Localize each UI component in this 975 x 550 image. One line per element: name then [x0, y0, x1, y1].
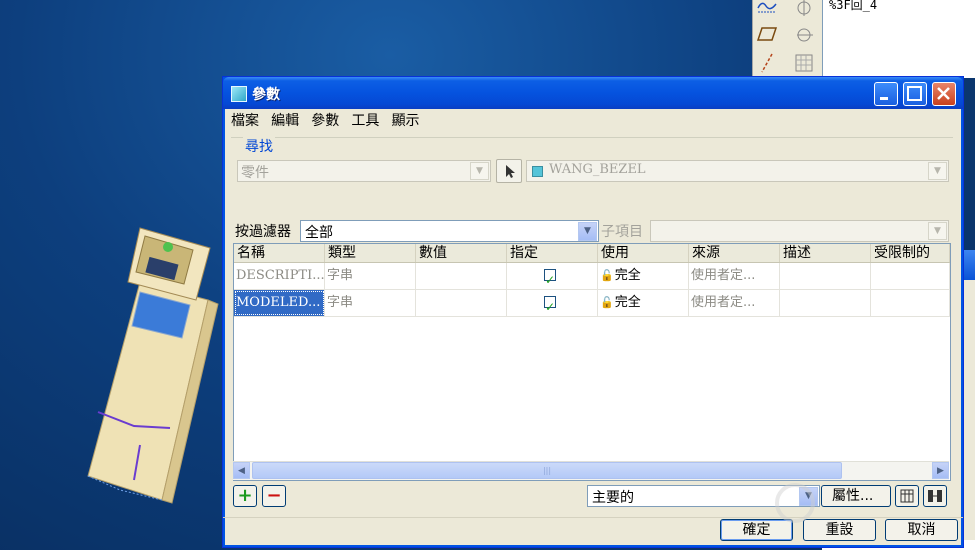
filter-value: 全部 [305, 225, 333, 241]
chevron-down-icon: ▼ [928, 222, 947, 240]
menu-edit[interactable]: 編輯 [267, 111, 303, 131]
dialog-title: 參數 [252, 87, 280, 103]
close-button[interactable] [932, 82, 956, 106]
param-access-value: 完全 [614, 295, 641, 310]
param-name-cell[interactable]: DESCRIPTI... [234, 263, 325, 289]
column-header-value[interactable]: 數值 [416, 244, 507, 262]
column-header-designate[interactable]: 指定 [507, 244, 598, 262]
column-set-value: 主要的 [592, 490, 634, 506]
datum-point-icon[interactable] [793, 0, 815, 18]
param-access-cell[interactable]: 🔓完全 [598, 263, 689, 289]
chevron-down-icon: ▼ [928, 162, 947, 180]
select-object-button[interactable] [496, 159, 522, 183]
table-row[interactable]: DESCRIPTI... 字串 🔓完全 使用者定... [234, 263, 950, 290]
model-name-value: WANG_BEZEL [549, 162, 646, 177]
param-source-cell[interactable]: 使用者定... [689, 290, 780, 316]
close-icon [937, 87, 950, 100]
add-parameter-button[interactable]: + [233, 485, 257, 507]
menu-tools[interactable]: 工具 [347, 111, 383, 131]
scroll-left-button[interactable]: ◀ [233, 462, 250, 479]
maximize-button[interactable] [903, 82, 927, 106]
param-source-cell[interactable]: 使用者定... [689, 263, 780, 289]
param-access-cell[interactable]: 🔓完全 [598, 290, 689, 316]
coordinate-system-icon[interactable] [793, 23, 815, 45]
column-header-source[interactable]: 來源 [689, 244, 780, 262]
minimize-button[interactable] [874, 82, 898, 106]
column-header-name[interactable]: 名稱 [234, 244, 325, 262]
column-header-description[interactable]: 描述 [780, 244, 871, 262]
parameters-table: 名稱 類型 數值 指定 使用 來源 描述 受限制的 DESCRIPTI... 字… [233, 243, 951, 481]
param-designate-cell[interactable] [507, 290, 598, 316]
param-type-cell[interactable]: 字串 [325, 263, 416, 289]
dialog-titlebar[interactable]: 參數 [223, 77, 963, 109]
object-type-value: 零件 [241, 165, 269, 181]
plane-tool-icon[interactable] [756, 23, 778, 45]
param-type-cell[interactable]: 字串 [325, 290, 416, 316]
scroll-right-button[interactable]: ▶ [932, 462, 949, 479]
part-icon [532, 166, 543, 177]
minimize-icon [880, 97, 888, 100]
sketch-toolbar [752, 0, 823, 78]
param-value-cell[interactable] [416, 263, 507, 289]
forum-watermark [770, 478, 970, 528]
menu-file[interactable]: 檔案 [227, 111, 263, 131]
designate-checkbox[interactable] [544, 294, 556, 316]
param-name-cell[interactable]: MODELED... [234, 290, 325, 316]
sub-item-select[interactable]: ▼ [650, 220, 949, 242]
remove-parameter-button[interactable]: − [262, 485, 286, 507]
param-restricted-cell[interactable] [871, 263, 950, 289]
column-header-restricted[interactable]: 受限制的 [871, 244, 950, 262]
find-legend: 尋找 [243, 136, 275, 156]
model-tree-item[interactable]: %3F回_4 [829, 0, 877, 13]
filter-label: 按過濾器 [235, 224, 291, 240]
app-icon [231, 86, 247, 102]
maximize-icon [907, 86, 922, 101]
lock-icon: 🔓 [600, 296, 614, 309]
menu-bar: 檔案 編輯 參數 工具 顯示 [227, 111, 959, 131]
column-header-access[interactable]: 使用 [598, 244, 689, 262]
model-select[interactable]: WANG_BEZEL ▼ [526, 160, 949, 182]
menu-view[interactable]: 顯示 [388, 111, 424, 131]
param-description-cell[interactable] [780, 263, 871, 289]
param-restricted-cell[interactable] [871, 290, 950, 316]
param-access-value: 完全 [614, 268, 641, 283]
param-description-cell[interactable] [780, 290, 871, 316]
param-value-cell[interactable] [416, 290, 507, 316]
chevron-down-icon: ▼ [578, 222, 597, 241]
sub-item-label: 子項目 [601, 224, 643, 240]
lock-icon: 🔓 [600, 269, 614, 282]
column-header-type[interactable]: 類型 [325, 244, 416, 262]
designate-checkbox[interactable] [544, 267, 556, 289]
menu-parameters[interactable]: 參數 [307, 111, 343, 131]
axis-tool-icon[interactable] [756, 52, 778, 74]
table-header: 名稱 類型 數值 指定 使用 來源 描述 受限制的 [234, 244, 950, 263]
param-designate-cell[interactable] [507, 263, 598, 289]
model-tree-panel[interactable]: %3F回_4 [822, 0, 975, 78]
watermark-logo-icon [775, 483, 815, 523]
scroll-thumb[interactable]: ||| [252, 462, 842, 479]
curve-tool-icon[interactable] [756, 0, 778, 18]
grid-tool-icon[interactable] [793, 52, 815, 74]
filter-select[interactable]: 全部 ▼ [300, 220, 599, 242]
cursor-arrow-icon [506, 165, 515, 178]
chevron-down-icon: ▼ [470, 162, 489, 180]
object-type-select[interactable]: 零件 ▼ [237, 160, 491, 182]
table-row[interactable]: MODELED... 字串 🔓完全 使用者定... [234, 290, 950, 317]
